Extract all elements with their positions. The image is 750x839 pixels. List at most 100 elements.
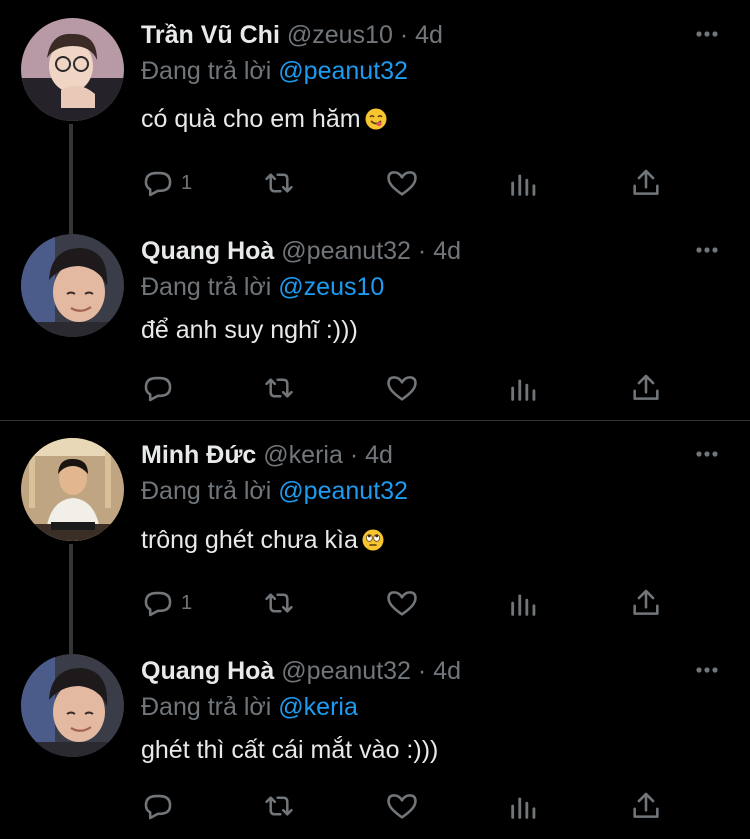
- avatar[interactable]: [21, 234, 124, 337]
- reply-mention[interactable]: @peanut32: [278, 57, 408, 85]
- views-icon: [507, 789, 541, 823]
- display-name[interactable]: Quang Hoà: [141, 237, 274, 265]
- retweet-icon: [261, 586, 297, 620]
- share-button[interactable]: [629, 370, 663, 406]
- action-bar: 1: [141, 165, 681, 201]
- tweet[interactable]: Quang Hoà @peanut32 · 4d Đang trả lời @z…: [0, 216, 750, 420]
- tweet-header: Quang Hoà @peanut32 · 4d: [141, 654, 461, 688]
- like-button[interactable]: [385, 788, 419, 824]
- tweet-text-content: trông ghét chưa kìa: [141, 526, 358, 554]
- more-icon[interactable]: [692, 662, 726, 678]
- tweet[interactable]: Minh Đức @keria · 4d Đang trả lời @peanu…: [0, 420, 750, 656]
- action-bar: 1: [141, 585, 681, 621]
- timestamp[interactable]: 4d: [433, 237, 461, 265]
- tweet-text: có quà cho em hăm: [141, 102, 387, 136]
- like-icon: [385, 371, 419, 405]
- share-icon: [629, 789, 663, 823]
- views-icon: [507, 586, 541, 620]
- share-icon: [629, 166, 663, 200]
- action-bar: [141, 370, 681, 406]
- like-button[interactable]: [385, 370, 419, 406]
- like-button[interactable]: [385, 165, 419, 201]
- replying-to: Đang trả lời @zeus10: [141, 270, 384, 304]
- tweet-text-content: ghét thì cất cái mắt vào :))): [141, 736, 439, 764]
- username[interactable]: @keria: [263, 441, 343, 469]
- tweet[interactable]: Trần Vũ Chi @zeus10 · 4d Đang trả lời @p…: [0, 0, 750, 234]
- separator: ·: [417, 657, 427, 685]
- reply-icon: [141, 789, 175, 823]
- tweet-text: để anh suy nghĩ :))): [141, 313, 358, 347]
- retweet-icon: [261, 371, 297, 405]
- reply-button[interactable]: [141, 370, 181, 406]
- tweet-header: Minh Đức @keria · 4d: [141, 438, 393, 472]
- replying-to-label: Đang trả lời: [141, 693, 272, 721]
- share-button[interactable]: [629, 788, 663, 824]
- reply-icon: [141, 166, 175, 200]
- reply-button[interactable]: 1: [141, 585, 192, 621]
- timestamp[interactable]: 4d: [415, 21, 443, 49]
- reply-button[interactable]: 1: [141, 165, 192, 201]
- reply-count: 1: [181, 171, 193, 194]
- reply-mention[interactable]: @peanut32: [278, 477, 408, 505]
- rolling-eyes-emoji: [362, 526, 384, 551]
- like-icon: [385, 166, 419, 200]
- reply-icon: [141, 371, 175, 405]
- replying-to: Đang trả lời @peanut32: [141, 474, 408, 508]
- views-icon: [507, 166, 541, 200]
- share-icon: [629, 371, 663, 405]
- retweet-button[interactable]: [261, 585, 297, 621]
- reply-icon: [141, 586, 175, 620]
- views-icon: [507, 371, 541, 405]
- avatar[interactable]: [21, 18, 124, 121]
- tweet-text-content: để anh suy nghĩ :))): [141, 316, 358, 344]
- action-bar: [141, 788, 681, 824]
- retweet-icon: [261, 166, 297, 200]
- retweet-button[interactable]: [261, 165, 297, 201]
- username[interactable]: @peanut32: [281, 237, 411, 265]
- tweet-text: ghét thì cất cái mắt vào :))): [141, 733, 438, 767]
- share-button[interactable]: [629, 585, 663, 621]
- display-name[interactable]: Quang Hoà: [141, 657, 274, 685]
- like-icon: [385, 586, 419, 620]
- like-icon: [385, 789, 419, 823]
- share-button[interactable]: [629, 165, 663, 201]
- username[interactable]: @peanut32: [281, 657, 411, 685]
- more-icon[interactable]: [692, 26, 726, 42]
- tweet-header: Quang Hoà @peanut32 · 4d: [141, 234, 461, 268]
- retweet-button[interactable]: [261, 370, 297, 406]
- retweet-button[interactable]: [261, 788, 297, 824]
- timestamp[interactable]: 4d: [433, 657, 461, 685]
- tweet-text-content: có quà cho em hăm: [141, 105, 361, 133]
- more-icon[interactable]: [692, 446, 726, 462]
- views-button[interactable]: [507, 370, 541, 406]
- avatar[interactable]: [21, 438, 124, 541]
- replying-to-label: Đang trả lời: [141, 477, 272, 505]
- display-name[interactable]: Trần Vũ Chi: [141, 21, 280, 49]
- timestamp[interactable]: 4d: [365, 441, 393, 469]
- username[interactable]: @zeus10: [287, 21, 393, 49]
- reply-mention[interactable]: @zeus10: [278, 273, 384, 301]
- like-button[interactable]: [385, 585, 419, 621]
- reply-count: 1: [181, 591, 193, 614]
- yum-face-emoji: [365, 105, 387, 130]
- reply-mention[interactable]: @keria: [278, 693, 358, 721]
- more-icon[interactable]: [692, 242, 726, 258]
- display-name[interactable]: Minh Đức: [141, 441, 256, 469]
- replying-to-label: Đang trả lời: [141, 273, 272, 301]
- separator: ·: [417, 237, 427, 265]
- separator: ·: [399, 21, 409, 49]
- tweet-header: Trần Vũ Chi @zeus10 · 4d: [141, 18, 443, 52]
- views-button[interactable]: [507, 585, 541, 621]
- replying-to: Đang trả lời @peanut32: [141, 54, 408, 88]
- reply-button[interactable]: [141, 788, 181, 824]
- replying-to: Đang trả lời @keria: [141, 690, 358, 724]
- retweet-icon: [261, 789, 297, 823]
- views-button[interactable]: [507, 788, 541, 824]
- tweet-text: trông ghét chưa kìa: [141, 523, 384, 557]
- share-icon: [629, 586, 663, 620]
- avatar[interactable]: [21, 654, 124, 757]
- views-button[interactable]: [507, 165, 541, 201]
- tweet[interactable]: Quang Hoà @peanut32 · 4d Đang trả lời @k…: [0, 636, 750, 839]
- replying-to-label: Đang trả lời: [141, 57, 272, 85]
- separator: ·: [349, 441, 359, 469]
